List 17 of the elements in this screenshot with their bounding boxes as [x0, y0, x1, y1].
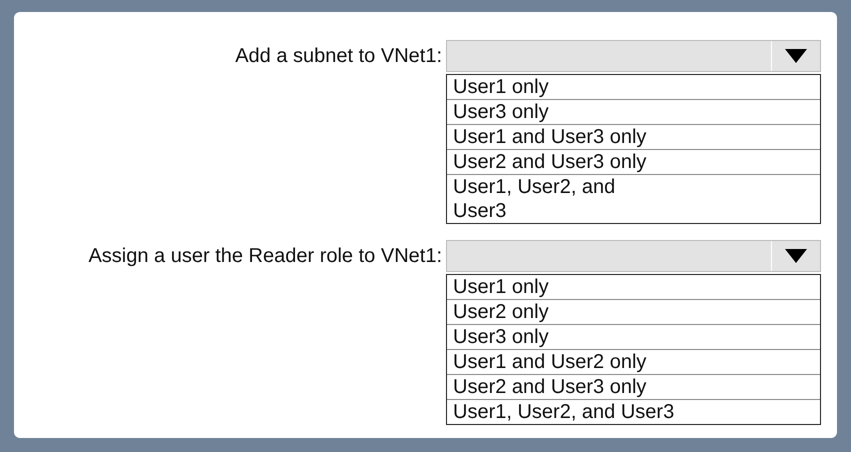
- dropdown-option[interactable]: User1, User2, and User3: [447, 175, 820, 223]
- question-label: Add a subnet to VNet1:: [235, 44, 442, 68]
- dropdown-option[interactable]: User3 only: [447, 325, 820, 350]
- dropdown-option[interactable]: User2 only: [447, 300, 820, 325]
- question-label: Assign a user the Reader role to VNet1:: [88, 244, 442, 268]
- dropdown-option[interactable]: User2 and User3 only: [447, 375, 820, 400]
- dropdown-option[interactable]: User1 and User2 only: [447, 350, 820, 375]
- dropdown-option[interactable]: User1 only: [447, 75, 820, 100]
- dropdown-option[interactable]: User2 and User3 only: [447, 150, 820, 175]
- dropdown-arrow-icon: [785, 49, 807, 63]
- dropdown-arrow-icon: [785, 249, 807, 263]
- dropdown-option[interactable]: User3 only: [447, 100, 820, 125]
- dropdown-option[interactable]: User1, User2, and User3: [447, 400, 820, 424]
- dropdown[interactable]: [446, 240, 821, 272]
- dropdown-option[interactable]: User1 only: [447, 275, 820, 300]
- dropdown-option[interactable]: User1 and User3 only: [447, 125, 820, 150]
- dropdown[interactable]: [446, 40, 821, 72]
